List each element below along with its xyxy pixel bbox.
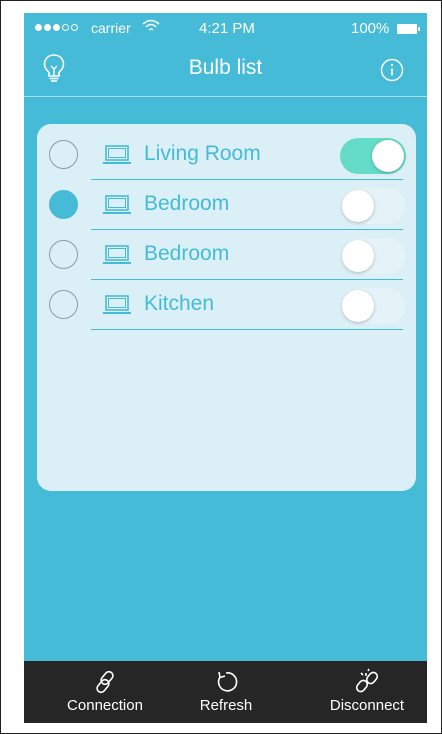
device-frame: carrier 4:21 PM 100% Bulb list Living Ro… xyxy=(0,0,442,734)
bulb-name: Kitchen xyxy=(144,292,215,315)
divider xyxy=(91,329,403,330)
laptop-icon xyxy=(103,295,131,314)
list-item[interactable]: Bedroom xyxy=(37,180,416,230)
select-radio[interactable] xyxy=(49,140,78,169)
list-item[interactable]: Living Room xyxy=(37,130,416,180)
link-icon xyxy=(96,670,114,694)
laptop-icon xyxy=(103,245,131,264)
power-toggle[interactable] xyxy=(340,288,406,324)
wifi-icon xyxy=(142,19,160,31)
broken-link-icon xyxy=(355,668,379,693)
laptop-icon xyxy=(103,195,131,214)
status-bar: carrier 4:21 PM 100% xyxy=(24,13,427,45)
bulb-name: Bedroom xyxy=(144,242,230,265)
signal-dot xyxy=(35,24,42,31)
signal-dot xyxy=(53,24,60,31)
select-radio[interactable] xyxy=(49,190,78,219)
toggle-knob xyxy=(342,190,374,222)
refresh-icon xyxy=(217,671,238,692)
carrier-label: carrier xyxy=(91,20,131,36)
page-title: Bulb list xyxy=(188,56,263,79)
info-icon[interactable] xyxy=(380,58,404,82)
bulb-list: Living Room Bedroom Bedroom Kitchen xyxy=(37,124,416,491)
select-radio[interactable] xyxy=(49,290,78,319)
bottom-toolbar: Connection Refresh Disconnect xyxy=(24,661,427,723)
tab-connection[interactable]: Connection xyxy=(46,661,164,723)
signal-dot xyxy=(62,24,69,31)
app-screen: carrier 4:21 PM 100% Bulb list Living Ro… xyxy=(24,13,427,723)
tab-disconnect[interactable]: Disconnect xyxy=(308,661,426,723)
toggle-knob xyxy=(372,140,404,172)
power-toggle[interactable] xyxy=(340,238,406,274)
tab-label: Disconnect xyxy=(329,697,405,714)
bulb-name: Bedroom xyxy=(144,192,230,215)
signal-dot xyxy=(44,24,51,31)
select-radio[interactable] xyxy=(49,240,78,269)
power-toggle[interactable] xyxy=(340,188,406,224)
list-item[interactable]: Kitchen xyxy=(37,280,416,330)
toggle-knob xyxy=(342,240,374,272)
signal-dot xyxy=(71,24,78,31)
bulb-name: Living Room xyxy=(144,142,261,165)
signal-strength-icon xyxy=(35,24,78,31)
navigation-bar: Bulb list xyxy=(24,45,427,97)
battery-icon xyxy=(397,24,420,34)
clock: 4:21 PM xyxy=(199,20,255,37)
list-item[interactable]: Bedroom xyxy=(37,230,416,280)
power-toggle[interactable] xyxy=(340,138,406,174)
tab-label: Refresh xyxy=(199,697,253,714)
laptop-icon xyxy=(103,145,131,164)
tab-label: Connection xyxy=(67,697,143,714)
toggle-knob xyxy=(342,290,374,322)
battery-percentage: 100% xyxy=(351,20,390,37)
tab-refresh[interactable]: Refresh xyxy=(174,661,278,723)
